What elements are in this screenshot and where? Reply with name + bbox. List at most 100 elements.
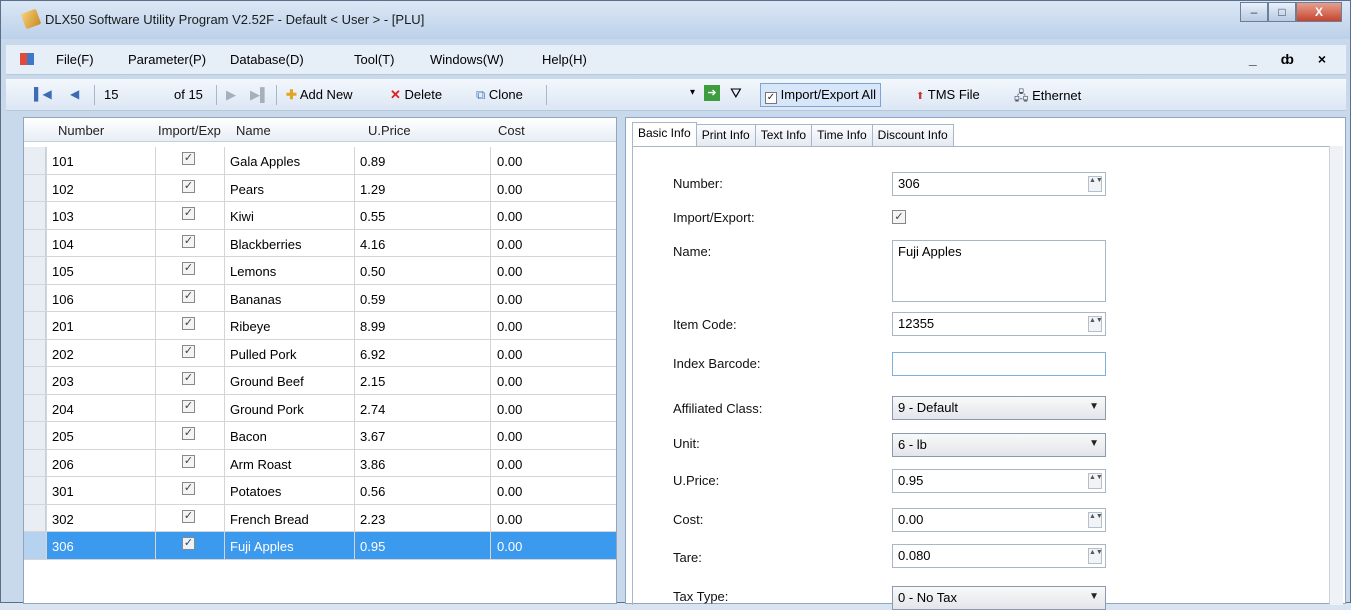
cell-price[interactable]: 4.16 <box>360 237 385 252</box>
column-header-cost[interactable]: Cost <box>498 123 525 138</box>
cell-name[interactable]: Bacon <box>230 429 267 444</box>
cell-price[interactable]: 8.99 <box>360 319 385 334</box>
name-textarea[interactable]: Fuji Apples <box>892 240 1106 302</box>
row-header[interactable] <box>24 504 46 531</box>
menu-database[interactable]: Database(D) <box>230 52 304 67</box>
cell-number[interactable]: 206 <box>52 457 74 472</box>
row-header[interactable] <box>24 229 46 256</box>
cell-number[interactable]: 102 <box>52 182 74 197</box>
item-code-spinner-icon[interactable]: ▲▼ <box>1088 316 1103 332</box>
import-export-checkbox[interactable]: ✓ <box>182 372 195 385</box>
next-record-icon[interactable]: ▶ <box>226 87 236 103</box>
tab-text-info[interactable]: Text Info <box>754 124 813 146</box>
import-export-checkbox[interactable]: ✓ <box>182 152 195 165</box>
cell-cost[interactable]: 0.00 <box>497 209 522 224</box>
ethernet-button[interactable]: 🖧 Ethernet <box>1014 87 1081 109</box>
table-row[interactable]: 204 Ground Pork 2.74 0.00 ✓ <box>24 394 616 422</box>
cell-number[interactable]: 205 <box>52 429 74 444</box>
tms-file-button[interactable]: ⬆ TMS File <box>916 87 980 102</box>
cell-number[interactable]: 204 <box>52 402 74 417</box>
filter-icon[interactable]: ⛛ <box>730 85 742 102</box>
cell-cost[interactable]: 0.00 <box>497 182 522 197</box>
table-row[interactable]: 202 Pulled Pork 6.92 0.00 ✓ <box>24 339 616 367</box>
row-header[interactable] <box>24 449 46 476</box>
table-row[interactable]: 302 French Bread 2.23 0.00 ✓ <box>24 504 616 532</box>
menu-tool[interactable]: Tool(T) <box>354 52 394 67</box>
cell-name[interactable]: Potatoes <box>230 484 281 499</box>
column-header-import-export[interactable]: Import/Exp <box>158 123 221 138</box>
table-row[interactable]: 301 Potatoes 0.56 0.00 ✓ <box>24 477 616 505</box>
import-export-checkbox[interactable]: ✓ <box>182 234 195 248</box>
cell-price[interactable]: 3.67 <box>360 429 385 444</box>
mdi-child-icon[interactable] <box>20 53 34 65</box>
table-row[interactable]: 201 Ribeye 8.99 0.00 ✓ <box>24 312 616 340</box>
row-header[interactable] <box>24 422 46 449</box>
import-export-checkbox[interactable]: ✓ <box>892 210 906 224</box>
record-position-input[interactable]: 15 <box>104 87 118 102</box>
column-header-number[interactable]: Number <box>58 123 104 138</box>
table-row[interactable]: 104 Blackberries 4.16 0.00 ✓ <box>24 229 616 257</box>
import-export-checkbox[interactable]: ✓ <box>182 207 195 220</box>
cell-number[interactable]: 101 <box>52 154 74 169</box>
tare-input[interactable]: 0.080 ▲▼ <box>892 544 1106 568</box>
row-header[interactable] <box>24 394 46 421</box>
cell-number[interactable]: 306 <box>52 539 74 554</box>
cell-price[interactable]: 0.95 <box>360 539 385 554</box>
number-spinner-icon[interactable]: ▲▼ <box>1088 176 1103 192</box>
cell-cost[interactable]: 0.00 <box>497 319 522 334</box>
cell-price[interactable]: 2.15 <box>360 374 385 389</box>
cell-name[interactable]: Ribeye <box>230 319 270 334</box>
row-header[interactable] <box>24 147 46 174</box>
import-export-checkbox[interactable]: ✓ <box>182 262 195 275</box>
cell-price[interactable]: 0.55 <box>360 209 385 224</box>
cell-name[interactable]: Bananas <box>230 292 281 307</box>
tab-basic-info[interactable]: Basic Info <box>632 122 697 146</box>
cell-cost[interactable]: 0.00 <box>497 154 522 169</box>
cell-cost[interactable]: 0.00 <box>497 292 522 307</box>
import-export-checkbox[interactable]: ✓ <box>182 537 195 550</box>
cell-cost[interactable]: 0.00 <box>497 237 522 252</box>
cell-number[interactable]: 105 <box>52 264 74 279</box>
cell-price[interactable]: 0.50 <box>360 264 385 279</box>
menu-help[interactable]: Help(H) <box>542 52 587 67</box>
cell-cost[interactable]: 0.00 <box>497 512 522 527</box>
cell-number[interactable]: 301 <box>52 484 74 499</box>
cell-name[interactable]: Ground Pork <box>230 402 304 417</box>
cell-price[interactable]: 3.86 <box>360 457 385 472</box>
cell-cost[interactable]: 0.00 <box>497 457 522 472</box>
cell-cost[interactable]: 0.00 <box>497 374 522 389</box>
tab-print-info[interactable]: Print Info <box>695 124 756 146</box>
table-row[interactable]: 101 Gala Apples 0.89 0.00 ✓ <box>24 147 616 175</box>
cell-cost[interactable]: 0.00 <box>497 347 522 362</box>
row-header[interactable] <box>24 174 46 201</box>
import-export-checkbox[interactable]: ✓ <box>182 344 195 358</box>
column-header-uprice[interactable]: U.Price <box>368 123 411 138</box>
close-button[interactable]: X <box>1296 2 1342 22</box>
row-header[interactable] <box>24 339 46 366</box>
cell-cost[interactable]: 0.00 <box>497 539 522 554</box>
cell-price[interactable]: 2.74 <box>360 402 385 417</box>
table-row[interactable]: 205 Bacon 3.67 0.00 ✓ <box>24 422 616 450</box>
import-export-all-toggle[interactable]: ✓ Import/Export All <box>760 83 881 107</box>
row-header[interactable] <box>24 477 46 504</box>
import-export-checkbox[interactable]: ✓ <box>182 509 195 523</box>
delete-button[interactable]: ✕ Delete <box>390 87 442 103</box>
cell-price[interactable]: 2.23 <box>360 512 385 527</box>
row-header[interactable] <box>24 202 46 229</box>
import-export-checkbox[interactable]: ✓ <box>182 289 195 303</box>
unit-select[interactable]: 6 - lb ▼ <box>892 433 1106 457</box>
cost-input[interactable]: 0.00 ▲▼ <box>892 508 1106 532</box>
uprice-spinner-icon[interactable]: ▲▼ <box>1088 473 1103 489</box>
first-record-icon[interactable]: ▌◀ <box>34 87 52 101</box>
menu-file[interactable]: File(F) <box>56 52 94 67</box>
cell-name[interactable]: Gala Apples <box>230 154 300 169</box>
table-row[interactable]: 106 Bananas 0.59 0.00 ✓ <box>24 284 616 312</box>
cell-name[interactable]: Fuji Apples <box>230 539 294 554</box>
cell-number[interactable]: 202 <box>52 347 74 362</box>
row-header[interactable] <box>24 257 46 284</box>
cell-price[interactable]: 0.59 <box>360 292 385 307</box>
cell-cost[interactable]: 0.00 <box>497 484 522 499</box>
cell-name[interactable]: French Bread <box>230 512 309 527</box>
minimize-button[interactable]: ‒ <box>1240 2 1268 22</box>
number-input[interactable]: 306 ▲▼ <box>892 172 1106 196</box>
